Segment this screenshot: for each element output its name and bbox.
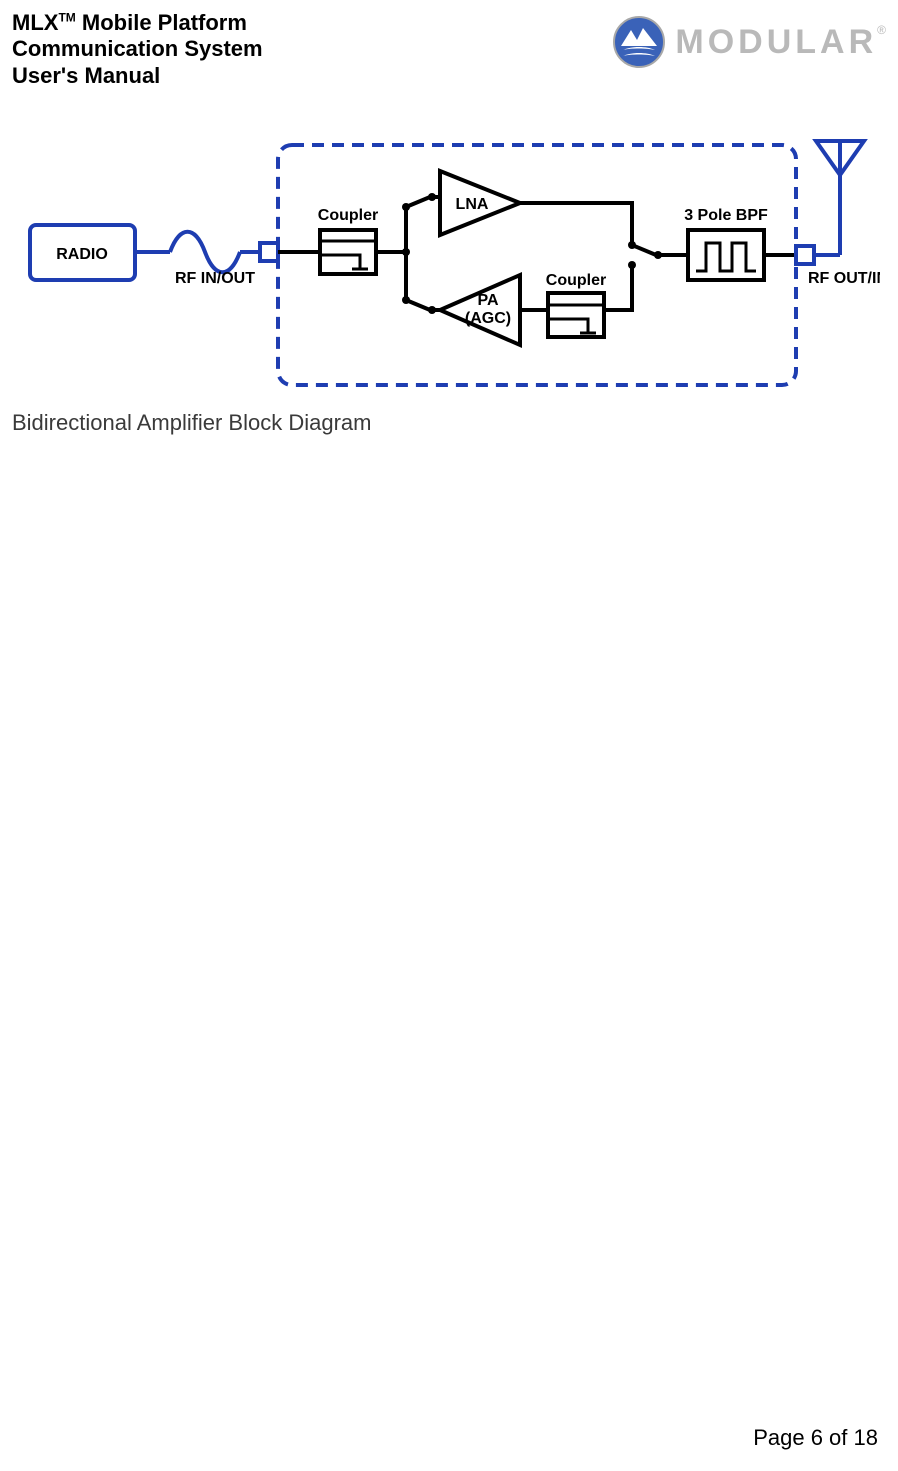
block-diagram: RADIO RF IN/OUT Coupler: [20, 135, 880, 395]
registered-mark: ®: [877, 23, 886, 37]
doc-title: MLXTM Mobile Platform Communication Syst…: [12, 10, 263, 89]
rf-in-out-left-label: RF IN/OUT: [175, 270, 255, 287]
title-tm: TM: [58, 11, 75, 25]
logo-wordmark: MODULAR: [675, 23, 877, 61]
coupler2-label: Coupler: [546, 272, 606, 289]
pa-label-line2: (AGC): [465, 310, 511, 327]
figure-caption: Bidirectional Amplifier Block Diagram: [12, 410, 371, 436]
lna-label: LNA: [456, 196, 489, 213]
bpf-label: 3 Pole BPF: [684, 207, 768, 224]
mountain-badge-icon: [613, 16, 665, 68]
page-header: MLXTM Mobile Platform Communication Syst…: [12, 10, 886, 89]
page-number: Page 6 of 18: [753, 1425, 878, 1451]
title-line2: Communication System: [12, 36, 263, 61]
title-line1-rest: Mobile Platform: [76, 10, 247, 35]
radio-label: RADIO: [56, 246, 108, 263]
brand-logo: MODULAR®: [613, 16, 886, 68]
document-page: MLXTM Mobile Platform Communication Syst…: [0, 0, 898, 1471]
pa-label-line1: PA: [477, 292, 498, 309]
coupler1-label: Coupler: [318, 207, 378, 224]
title-prefix: MLX: [12, 10, 58, 35]
rf-out-in-right-label: RF OUT/IN: [808, 270, 880, 287]
title-line3: User's Manual: [12, 63, 160, 88]
